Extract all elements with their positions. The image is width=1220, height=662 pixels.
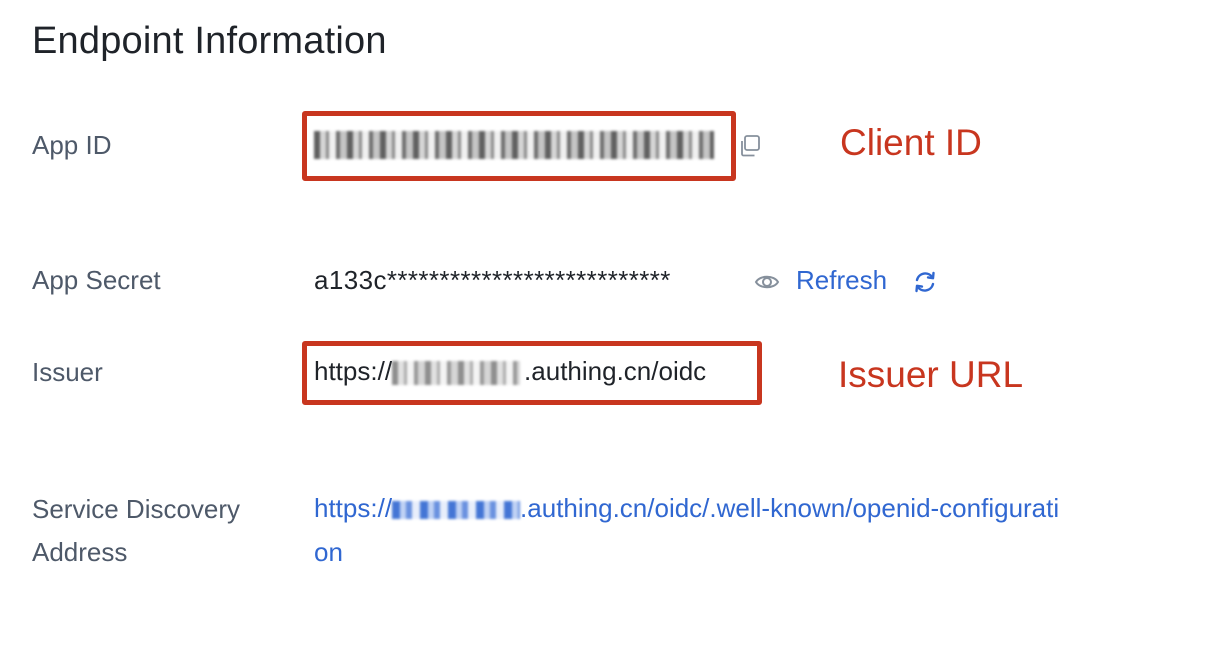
app-secret-label: App Secret bbox=[32, 265, 161, 295]
issuer-url-annotation: Issuer URL bbox=[838, 354, 1024, 395]
discovery-suffix-line1: .authing.cn/oidc/.well-known/openid-conf… bbox=[520, 493, 1060, 523]
discovery-redacted bbox=[392, 501, 521, 520]
discovery-link-line1[interactable]: https:// .authing.cn/oidc/.well-known/ope… bbox=[314, 493, 1059, 524]
app-secret-value: a133c*************************** bbox=[314, 265, 671, 295]
refresh-link[interactable]: Refresh bbox=[796, 265, 887, 296]
discovery-label-line2: Address bbox=[32, 537, 128, 567]
issuer-label: Issuer bbox=[32, 357, 103, 387]
app-id-label: App ID bbox=[32, 130, 112, 160]
client-id-highlight-box bbox=[302, 111, 736, 181]
refresh-icon[interactable] bbox=[912, 269, 938, 295]
copy-icon[interactable] bbox=[738, 134, 762, 158]
discovery-link-line2[interactable]: on bbox=[314, 537, 343, 568]
section-title: Endpoint Information bbox=[32, 20, 387, 62]
client-id-annotation: Client ID bbox=[840, 122, 982, 163]
issuer-highlight-box bbox=[302, 341, 762, 405]
discovery-label-line1: Service Discovery bbox=[32, 494, 241, 524]
eye-icon[interactable] bbox=[754, 270, 780, 294]
discovery-prefix: https:// bbox=[314, 493, 393, 523]
